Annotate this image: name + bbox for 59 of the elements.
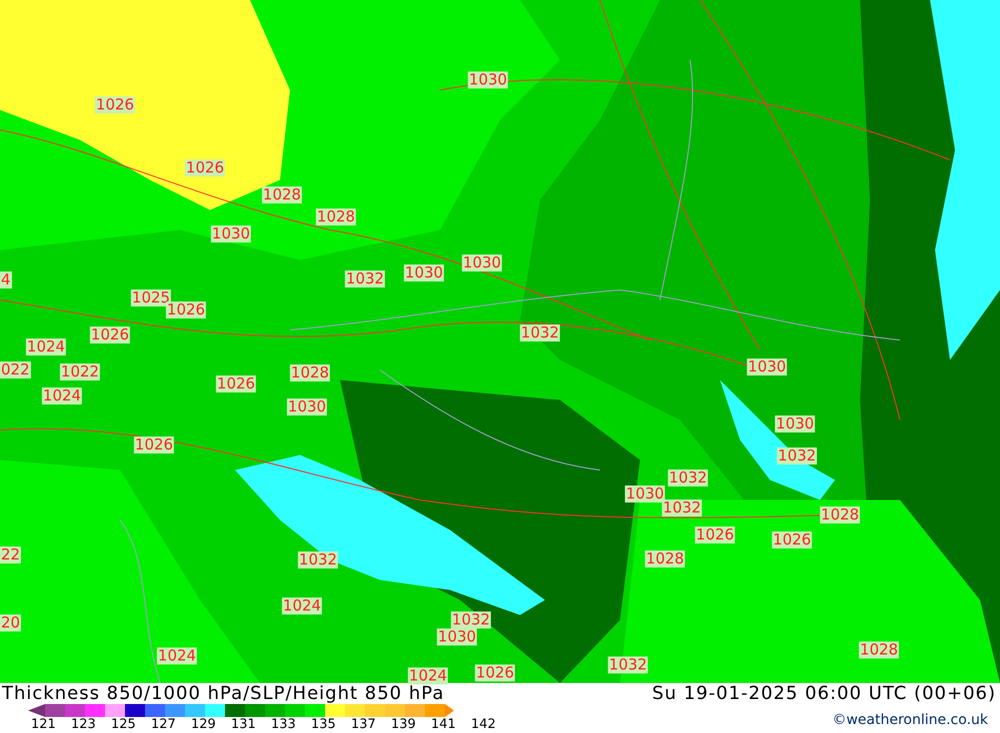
isobar-label: 22 [0, 546, 22, 564]
isobar-label: 1030 [210, 226, 252, 242]
isobar-label: 1028 [290, 364, 330, 382]
isobar-label: 1030 [774, 416, 816, 432]
isobar-label: 022 [0, 362, 31, 378]
isobar-label: 1028 [820, 506, 860, 524]
scale-tick-label: 142 [471, 717, 497, 732]
scale-tick-label: 121 [31, 717, 57, 732]
isobar-label: 1032 [662, 500, 702, 516]
isobar-label: 1026 [134, 436, 174, 454]
map-title: Thickness 850/1000 hPa/SLP/Height 850 hPa [2, 684, 444, 704]
scale-tick-label: 129 [191, 717, 217, 732]
isobar-label: 1026 [694, 526, 736, 544]
isobar-label: 1032 [776, 448, 818, 464]
isobar-label: 1022 [60, 364, 100, 380]
isobar-label: 1028 [262, 186, 302, 204]
scale-tick-label: 127 [151, 717, 177, 732]
isobar-label: 4 [0, 272, 12, 288]
scale-arrow-icon [445, 704, 454, 717]
scale-arrow-icon [28, 704, 45, 717]
isobar-label: 1024 [282, 598, 322, 614]
scale-tick-label: 141 [431, 717, 457, 732]
isobar-label: 20 [0, 614, 22, 632]
scale-tick-label: 123 [71, 717, 97, 732]
isobar-label: 1030 [436, 628, 478, 646]
isobar-label: 1028 [644, 550, 686, 568]
isobar-label: 1024 [408, 668, 448, 684]
isobar-label: 1026 [772, 532, 812, 548]
scale-tick-label: 137 [351, 717, 377, 732]
copyright-credit: ©weatheronline.co.uk [832, 712, 989, 728]
isobar-label: 1030 [404, 264, 444, 282]
isobar-label: 1024 [42, 388, 82, 404]
valid-time: Su 19-01-2025 06:00 UTC (00+06) [652, 684, 997, 704]
isobar-label: 1026 [474, 664, 516, 682]
isobar-label: 1024 [26, 338, 66, 356]
isobar-label: 1032 [298, 552, 338, 568]
isobar-label: 1032 [450, 612, 492, 628]
isobar-label: 1030 [286, 398, 328, 416]
isobar-label: 1030 [462, 254, 502, 272]
isobar-label: 1024 [156, 648, 198, 664]
isobar-label: 1026 [216, 376, 256, 392]
scale-tick-label: 125 [111, 717, 137, 732]
scale-tick-label: 131 [231, 717, 257, 732]
isobar-label: 1026 [90, 326, 130, 344]
isobar-label: 1032 [520, 324, 560, 342]
isobar-label: 1030 [746, 358, 788, 376]
isobar-label: 1030 [624, 486, 666, 502]
isobar-label: 1026 [166, 302, 206, 318]
scale-tick-label: 139 [391, 717, 417, 732]
scale-tick-label: 135 [311, 717, 337, 732]
isobar-label: 1032 [344, 270, 386, 288]
isobar-label: 1030 [468, 72, 508, 88]
isobar-label: 1028 [858, 642, 900, 658]
isobar-label: 1032 [668, 470, 708, 486]
isobar-label: 1026 [184, 160, 226, 176]
isobar-label: 1028 [316, 208, 356, 226]
scale-tick-label: 133 [271, 717, 297, 732]
isobar-label: 1026 [94, 96, 136, 114]
isobar-label: 1032 [608, 656, 648, 674]
